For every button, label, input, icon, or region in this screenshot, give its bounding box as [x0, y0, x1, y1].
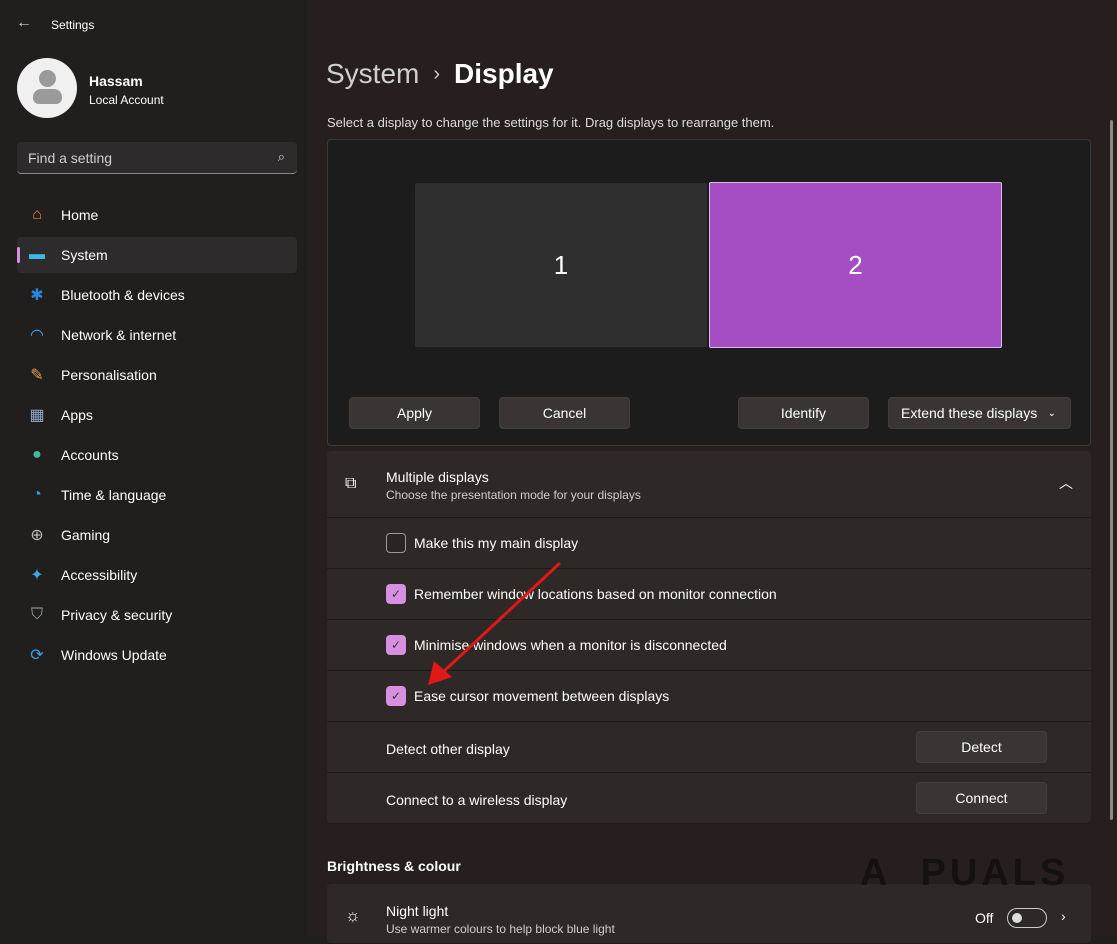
display-arrangement: 1 2 Apply Cancel Identify Extend these d… [327, 139, 1091, 446]
sidebar-item-network-internet[interactable]: ◠ Network & internet [17, 317, 297, 353]
sidebar-item-label: Apps [61, 407, 93, 423]
user-name: Hassam [89, 73, 143, 89]
wifi-icon: ◠ [27, 325, 47, 345]
checkbox[interactable]: ✓ [386, 584, 406, 604]
sidebar-item-accounts[interactable]: ● Accounts [17, 437, 297, 473]
shield-icon: ⛉ [27, 605, 47, 625]
back-button[interactable]: ← [16, 14, 32, 32]
chevron-down-icon: ⌄ [1048, 408, 1056, 419]
connect-label: Connect to a wireless display [386, 792, 567, 808]
sidebar-item-label: Personalisation [61, 367, 157, 383]
night-light-icon: ☼ [345, 906, 361, 926]
sidebar-item-windows-update[interactable]: ⟳ Windows Update [17, 637, 297, 673]
multiple-displays-icon: ⧉ [345, 475, 356, 493]
accounts-icon: ● [27, 445, 47, 465]
accessibility-icon: ✦ [27, 565, 47, 585]
breadcrumb-system[interactable]: System [326, 58, 419, 89]
sidebar-item-apps[interactable]: ▦ Apps [17, 397, 297, 433]
sidebar-item-label: Privacy & security [61, 607, 172, 623]
cancel-button[interactable]: Cancel [499, 397, 630, 429]
option-label[interactable]: Make this my main display [414, 535, 578, 551]
apps-icon: ▦ [27, 405, 47, 425]
apply-button[interactable]: Apply [349, 397, 480, 429]
chevron-up-icon[interactable]: ︿ [1059, 473, 1073, 493]
user-account-type: Local Account [89, 93, 164, 107]
night-light-subtitle: Use warmer colours to help block blue li… [386, 922, 615, 936]
gamepad-icon: ⊕ [27, 525, 47, 545]
checkbox[interactable]: ✓ [386, 635, 406, 655]
brightness-heading: Brightness & colour [327, 858, 461, 874]
sidebar-item-label: Accounts [61, 447, 119, 463]
brush-icon: ✎ [27, 365, 47, 385]
sidebar-item-label: Gaming [61, 527, 110, 543]
sidebar-item-label: Accessibility [61, 567, 137, 583]
night-light-title: Night light [386, 903, 448, 919]
display-1-label: 1 [554, 250, 568, 281]
sidebar-item-label: Time & language [61, 487, 166, 503]
sidebar-item-bluetooth-devices[interactable]: ✱ Bluetooth & devices [17, 277, 297, 313]
sidebar-item-accessibility[interactable]: ✦ Accessibility [17, 557, 297, 593]
night-light-state: Off [975, 910, 993, 926]
multiple-displays-title: Multiple displays [386, 469, 489, 485]
sidebar-item-home[interactable]: ⌂ Home [17, 197, 297, 233]
avatar[interactable] [17, 58, 77, 118]
multiple-displays-subtitle: Choose the presentation mode for your di… [386, 488, 641, 502]
active-indicator [17, 247, 20, 263]
arrangement-hint: Select a display to change the settings … [327, 115, 774, 130]
sidebar-item-personalisation[interactable]: ✎ Personalisation [17, 357, 297, 393]
window-title: Settings [51, 18, 94, 32]
sidebar-item-label: Home [61, 207, 98, 223]
annotation-arrow [420, 555, 570, 690]
appuals-watermark: A PUALS [860, 852, 1069, 895]
display-1[interactable]: 1 [415, 183, 707, 347]
scrollbar[interactable] [1110, 120, 1113, 820]
globe-clock-icon: ◔ [27, 485, 47, 505]
page-title: Display [454, 58, 554, 89]
update-icon: ⟳ [27, 645, 47, 665]
option-label[interactable]: Ease cursor movement between displays [414, 688, 669, 704]
display-mode-dropdown[interactable]: Extend these displays ⌄ [888, 397, 1071, 429]
search-input[interactable]: Find a setting ⌕ [17, 142, 297, 174]
search-placeholder: Find a setting [28, 150, 112, 166]
sidebar-item-system[interactable]: ▬ System [17, 237, 297, 273]
chevron-right-icon[interactable]: › [1061, 908, 1066, 924]
detect-row: Detect other display Detect [327, 722, 1091, 773]
checkbox[interactable] [386, 533, 406, 553]
search-icon: ⌕ [278, 149, 285, 165]
detect-label: Detect other display [386, 741, 510, 757]
connect-button[interactable]: Connect [916, 782, 1047, 814]
connect-row: Connect to a wireless display Connect [327, 773, 1091, 824]
night-light-toggle[interactable] [1007, 908, 1047, 928]
sidebar-item-label: Bluetooth & devices [61, 287, 185, 303]
display-2[interactable]: 2 [709, 182, 1002, 348]
multiple-displays-header[interactable]: ⧉ Multiple displays Choose the presentat… [327, 451, 1091, 518]
sidebar-item-label: Network & internet [61, 327, 176, 343]
display-mode-value: Extend these displays [901, 405, 1037, 421]
sidebar-item-label: Windows Update [61, 647, 167, 663]
chevron-right-icon: › [433, 63, 440, 85]
system-icon: ▬ [27, 245, 47, 265]
sidebar-item-label: System [61, 247, 108, 263]
detect-button[interactable]: Detect [916, 731, 1047, 763]
breadcrumb: System › Display [326, 58, 554, 90]
sidebar-item-privacy-security[interactable]: ⛉ Privacy & security [17, 597, 297, 633]
display-2-label: 2 [848, 250, 862, 281]
identify-button[interactable]: Identify [738, 397, 869, 429]
sidebar-item-gaming[interactable]: ⊕ Gaming [17, 517, 297, 553]
checkbox[interactable]: ✓ [386, 686, 406, 706]
bluetooth-icon: ✱ [27, 285, 47, 305]
home-icon: ⌂ [27, 205, 47, 225]
sidebar-item-time-language[interactable]: ◔ Time & language [17, 477, 297, 513]
